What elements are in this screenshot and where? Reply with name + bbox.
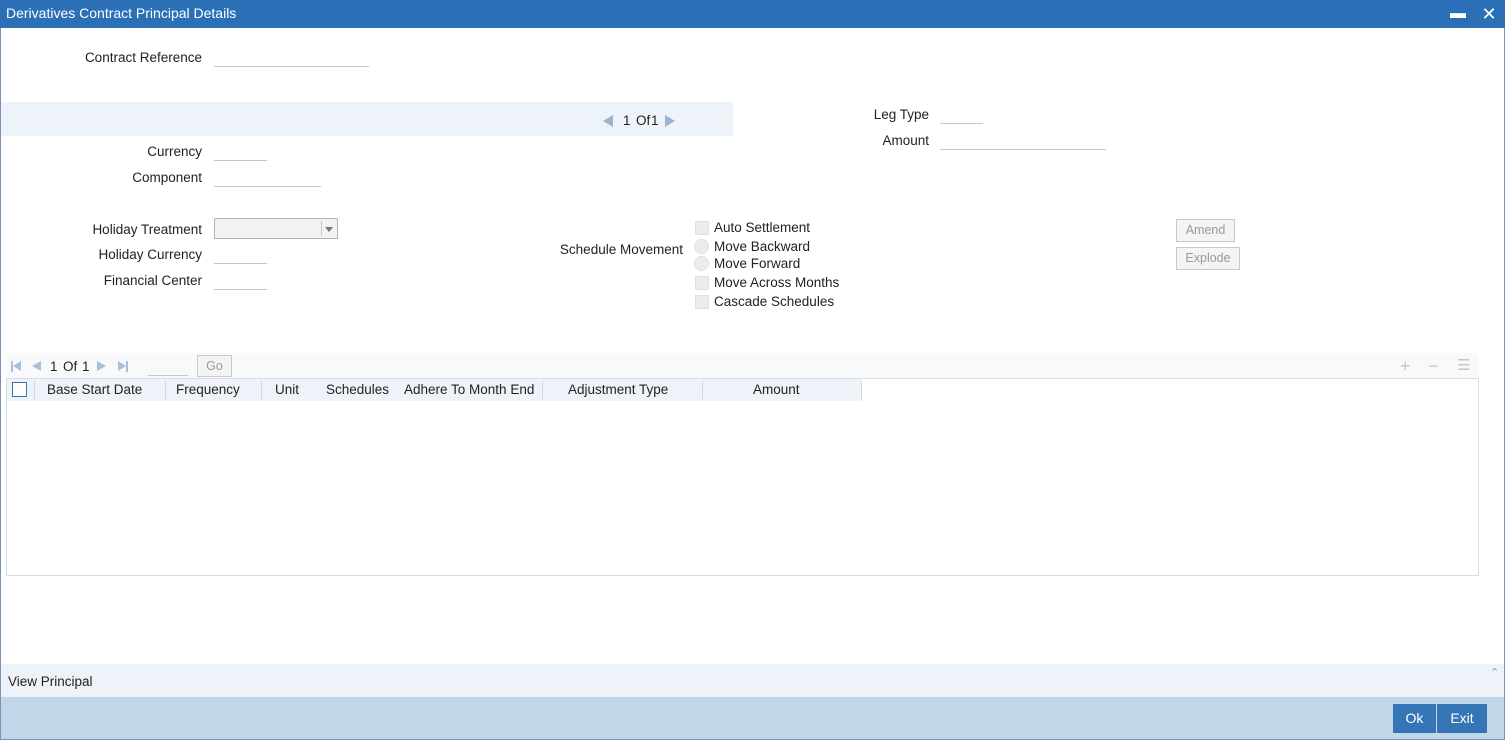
holiday-treatment-label: Holiday Treatment — [92, 222, 202, 237]
holiday-currency-field[interactable] — [214, 244, 267, 264]
column-header-base-start-date[interactable]: Base Start Date — [47, 382, 142, 397]
column-separator — [34, 381, 35, 399]
schedule-movement-label: Schedule Movement — [559, 242, 683, 257]
leg-page-total: 1 — [651, 113, 659, 128]
last-page-arrow-icon[interactable] — [118, 361, 126, 371]
move-backward-radio[interactable] — [694, 239, 709, 254]
single-view-icon[interactable]: ☰ — [1457, 358, 1470, 374]
grid-header: Base Start Date Frequency Unit Schedules… — [7, 379, 862, 401]
cascade-schedules-checkbox[interactable] — [695, 295, 709, 309]
column-header-schedules[interactable]: Schedules — [326, 382, 389, 397]
window-title: Derivatives Contract Principal Details — [6, 5, 237, 21]
previous-leg-icon[interactable] — [603, 115, 613, 127]
column-header-unit[interactable]: Unit — [275, 382, 299, 397]
ok-button[interactable]: Ok — [1393, 704, 1436, 733]
column-header-adjustment-type[interactable]: Adjustment Type — [568, 382, 668, 397]
view-principal-label: View Principal — [8, 674, 93, 689]
column-separator — [261, 381, 262, 399]
grid-page-of: Of — [63, 359, 78, 374]
title-bar: Derivatives Contract Principal Details ▬… — [0, 0, 1505, 28]
next-leg-icon[interactable] — [665, 115, 675, 127]
close-icon[interactable]: ✕ — [1478, 3, 1500, 25]
leg-type-label: Leg Type — [873, 107, 929, 122]
financial-center-field[interactable] — [214, 270, 267, 290]
move-forward-label: Move Forward — [714, 256, 801, 271]
leg-page-of: Of — [636, 113, 651, 128]
exit-button[interactable]: Exit — [1437, 704, 1487, 733]
currency-field[interactable] — [214, 141, 267, 161]
grid-page-total: 1 — [82, 359, 90, 374]
leg-page-current: 1 — [623, 113, 631, 128]
amend-button[interactable]: Amend — [1176, 219, 1235, 242]
principal-schedule-grid: Base Start Date Frequency Unit Schedules… — [6, 378, 1479, 576]
collapse-icon[interactable]: ⌃ — [1490, 666, 1499, 679]
delete-row-icon[interactable]: − — [1428, 357, 1439, 375]
currency-label: Currency — [147, 144, 202, 159]
column-header-amount[interactable]: Amount — [753, 382, 800, 397]
move-forward-radio[interactable] — [694, 256, 709, 271]
grid-page-current: 1 — [50, 359, 58, 374]
select-all-checkbox[interactable] — [12, 382, 27, 397]
page-number-input[interactable] — [148, 356, 188, 376]
move-across-months-checkbox[interactable] — [695, 276, 709, 290]
previous-page-icon[interactable] — [32, 361, 41, 371]
add-row-icon[interactable]: + — [1400, 357, 1411, 375]
column-header-adhere-to-month-end[interactable]: Adhere To Month End — [404, 382, 534, 397]
column-header-frequency[interactable]: Frequency — [176, 382, 240, 397]
column-separator — [165, 381, 166, 399]
explode-button[interactable]: Explode — [1176, 247, 1240, 270]
move-across-months-label: Move Across Months — [714, 275, 840, 290]
column-separator — [861, 381, 862, 399]
move-backward-label: Move Backward — [714, 239, 811, 254]
contract-reference-label: Contract Reference — [84, 50, 202, 65]
cascade-schedules-label: Cascade Schedules — [714, 294, 835, 309]
contract-reference-field[interactable] — [214, 47, 369, 67]
column-separator — [702, 381, 703, 399]
holiday-treatment-select[interactable] — [214, 218, 338, 239]
auto-settlement-checkbox[interactable] — [695, 221, 709, 235]
component-label: Component — [132, 170, 202, 185]
financial-center-label: Financial Center — [103, 273, 202, 288]
go-button[interactable]: Go — [197, 355, 232, 377]
minimize-icon[interactable]: ▬ — [1447, 3, 1469, 25]
chevron-down-icon[interactable] — [321, 221, 335, 236]
leg-amount-label: Amount — [882, 133, 929, 148]
first-page-arrow-icon[interactable] — [13, 361, 21, 371]
action-bar — [1, 697, 1504, 739]
last-page-icon[interactable] — [126, 361, 128, 372]
leg-type-field[interactable] — [940, 104, 983, 124]
auto-settlement-label: Auto Settlement — [714, 220, 811, 235]
leg-amount-field[interactable] — [940, 130, 1106, 150]
component-field[interactable] — [214, 167, 321, 187]
footer-bar: View Principal ⌃ — [1, 664, 1504, 697]
column-separator — [542, 381, 543, 399]
next-page-icon[interactable] — [97, 361, 106, 371]
holiday-currency-label: Holiday Currency — [98, 247, 202, 262]
